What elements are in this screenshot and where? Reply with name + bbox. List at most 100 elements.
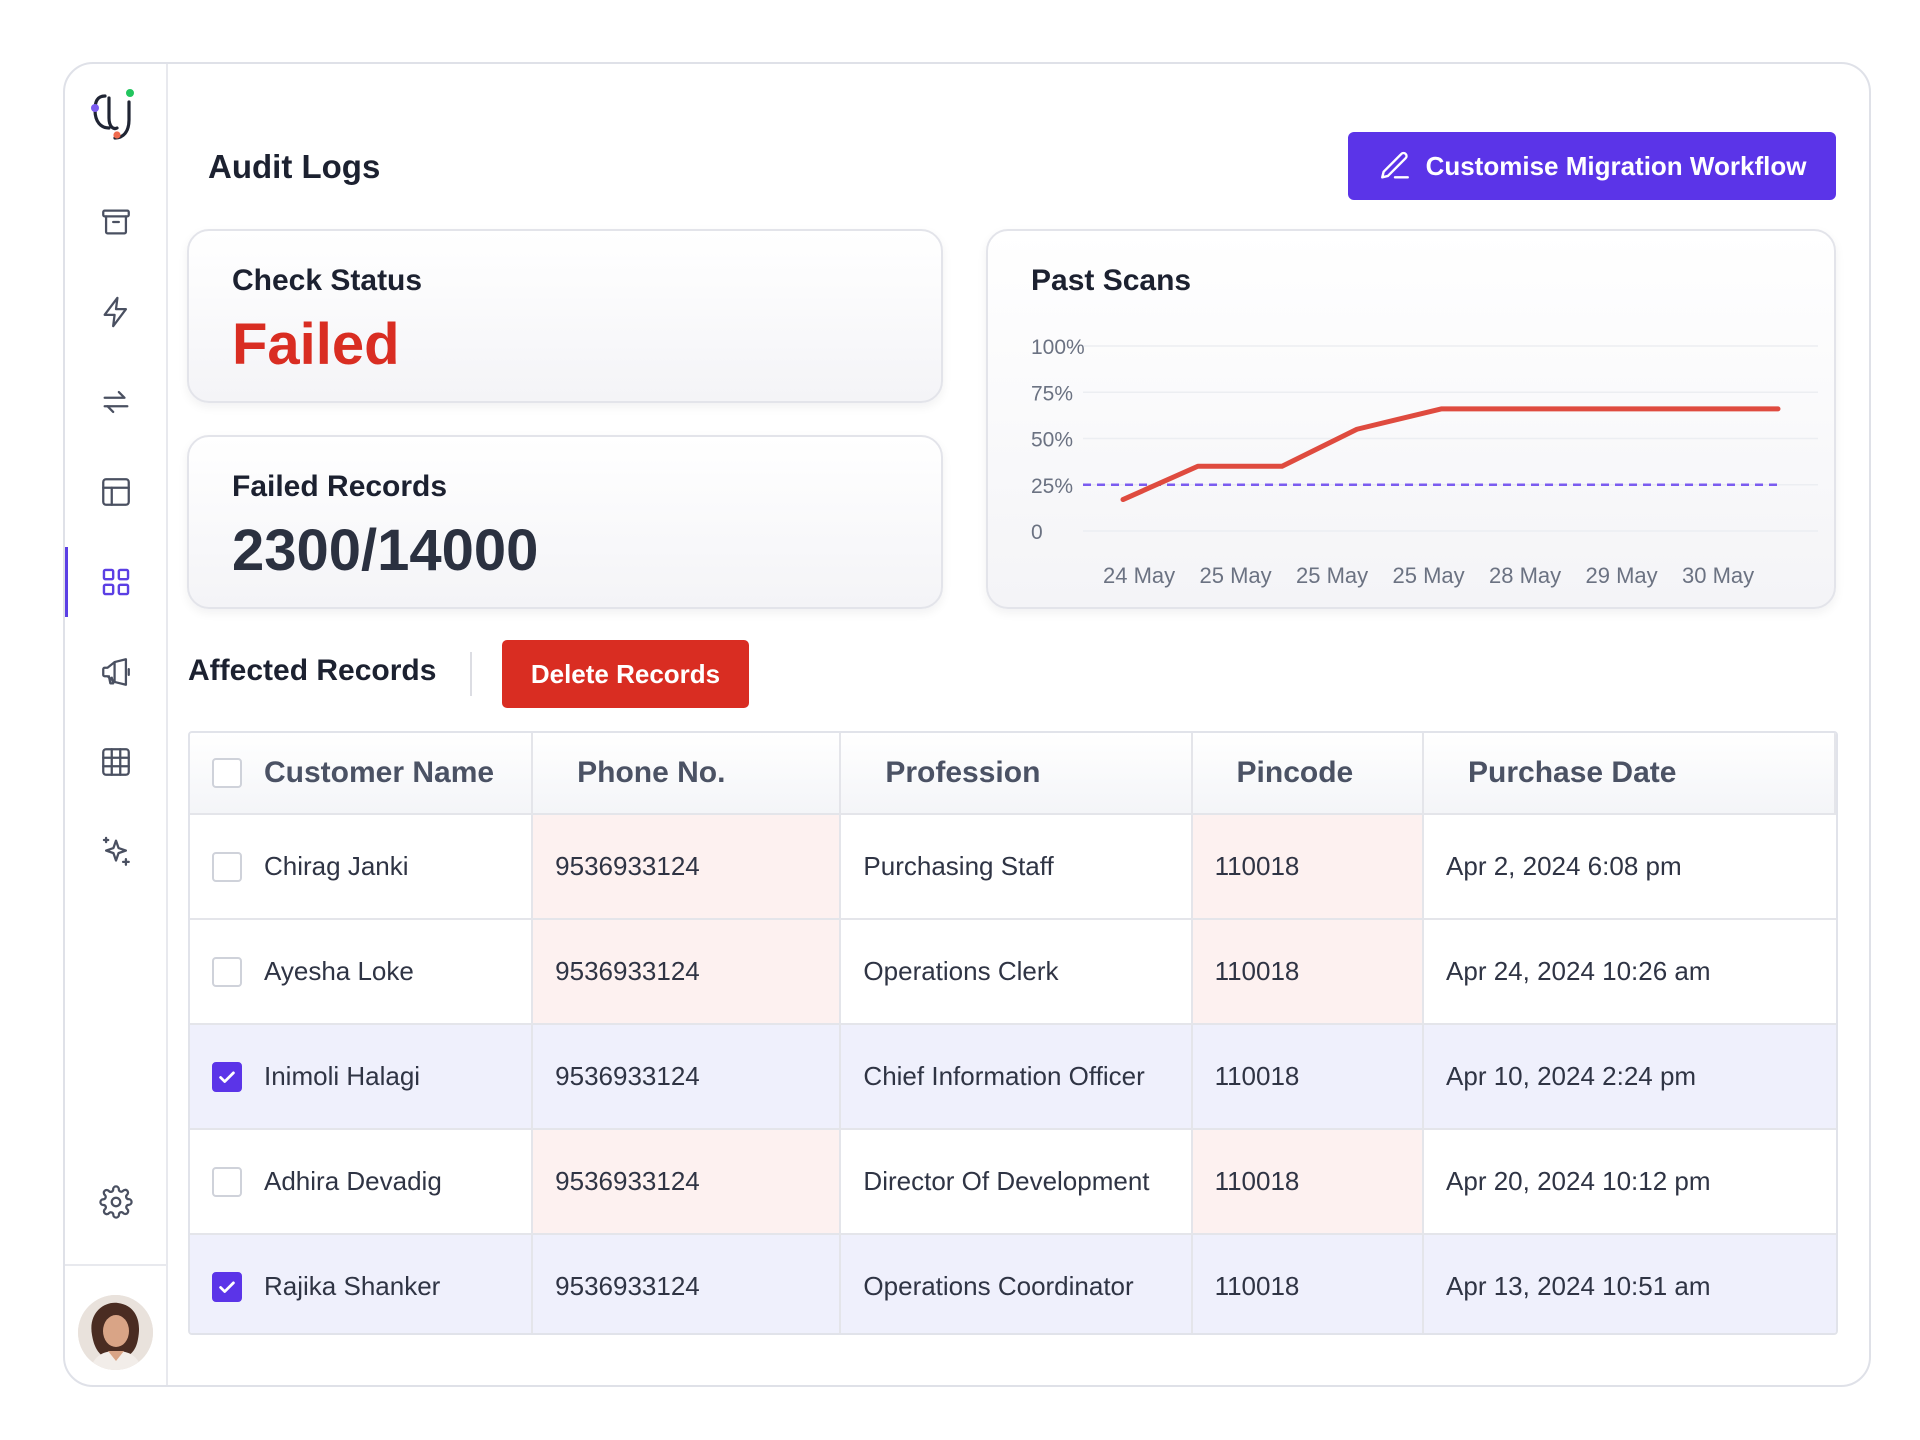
nav-archive[interactable] — [65, 189, 166, 255]
failed-records-card: Failed Records 2300/14000 — [187, 435, 943, 609]
y-tick-label: 25% — [1031, 475, 1073, 498]
customer-name-cell: Inimoli Halagi — [190, 1025, 534, 1128]
profession-cell-text: Chief Information Officer — [863, 1061, 1145, 1091]
nav-layout[interactable] — [65, 459, 166, 525]
phone-cell-text: 9536933124 — [555, 956, 700, 986]
delete-records-button[interactable]: Delete Records — [502, 640, 749, 708]
column-header-profession[interactable]: Profession — [841, 733, 1193, 813]
nav-transfers[interactable] — [65, 369, 166, 435]
x-tick-label: 30 May — [1682, 563, 1754, 588]
purchase-date-cell: Apr 20, 2024 10:12 pm — [1424, 1130, 1836, 1233]
column-header-customer-name[interactable]: Customer Name — [190, 733, 534, 813]
x-tick-label: 25 May — [1393, 563, 1465, 588]
customer-name-cell-text: Adhira Devadig — [264, 1166, 442, 1196]
y-tick-label: 75% — [1031, 382, 1073, 405]
profession-cell: Director Of Development — [841, 1130, 1193, 1233]
column-header-label: Pincode — [1236, 756, 1354, 789]
arrows-transfer-icon — [103, 390, 128, 414]
pincode-cell-text: 110018 — [1214, 956, 1300, 986]
table-row[interactable]: Ayesha Loke 9536933124 Operations Clerk 110… — [190, 918, 1836, 1023]
x-tick-label: 29 May — [1586, 563, 1658, 588]
row-checkbox[interactable] — [212, 1166, 242, 1197]
phone-cell-text: 9536933124 — [555, 1061, 700, 1091]
customise-workflow-button[interactable]: Customise Migration Workflow — [1348, 132, 1836, 200]
row-checkbox[interactable] — [212, 956, 242, 987]
customer-name-cell: Rajika Shanker — [190, 1235, 534, 1333]
pincode-cell: 110018 — [1192, 920, 1425, 1023]
row-checkbox[interactable] — [212, 1271, 242, 1302]
profession-cell-text: Purchasing Staff — [863, 851, 1054, 881]
row-checkbox[interactable] — [212, 1061, 242, 1092]
customer-name-cell-text: Chirag Janki — [264, 851, 409, 881]
nav-tables[interactable] — [65, 729, 166, 795]
y-tick-label: 50% — [1031, 429, 1073, 452]
page-title: Audit Logs — [208, 148, 381, 185]
past-scans-card: Past Scans 100% 75% 50% 25% 0 24 May 25 May 25 … — [986, 229, 1836, 609]
nav-announcements[interactable] — [65, 639, 166, 705]
sparkles-icon — [102, 836, 130, 866]
table-row[interactable]: Inimoli Halagi 9536933124 Chief Informatio… — [190, 1023, 1836, 1128]
pincode-cell: 110018 — [1192, 1025, 1425, 1128]
check-icon — [219, 1281, 235, 1293]
customer-name-cell: Ayesha Loke — [190, 920, 534, 1023]
pincode-cell-text: 110018 — [1214, 1271, 1300, 1301]
nav-dashboard[interactable] — [65, 547, 166, 617]
avatar[interactable] — [78, 1295, 153, 1370]
check-status-value: Failed — [232, 312, 400, 377]
x-tick-label: 28 May — [1489, 563, 1561, 588]
purchase-date-cell-text: Apr 2, 2024 6:08 pm — [1446, 851, 1682, 881]
profession-cell: Chief Information Officer — [841, 1025, 1193, 1128]
x-tick-label: 25 May — [1200, 563, 1272, 588]
gear-icon — [98, 1185, 133, 1219]
profession-cell-text: Director Of Development — [863, 1166, 1150, 1196]
phone-cell: 9536933124 — [533, 920, 842, 1023]
affected-records-title: Affected Records — [188, 654, 437, 687]
table-row[interactable]: Rajika Shanker 9536933124 Operations Coord… — [190, 1233, 1836, 1333]
row-checkbox[interactable] — [212, 851, 242, 882]
profession-cell-text: Operations Clerk — [863, 956, 1059, 986]
phone-cell-text: 9536933124 — [555, 851, 700, 881]
x-tick-label: 25 May — [1296, 563, 1368, 588]
phone-cell: 9536933124 — [533, 1025, 842, 1128]
pincode-cell: 110018 — [1192, 815, 1425, 918]
section-divider — [470, 652, 472, 696]
table-icon — [101, 748, 130, 776]
table-header-row: Customer Name Phone No. Profession Pinco… — [190, 733, 1836, 813]
select-all-checkbox[interactable] — [212, 758, 242, 788]
nav-ai[interactable] — [65, 819, 166, 885]
brand-logo[interactable] — [87, 84, 143, 142]
app-window: Audit Logs Customise Migration Workflow … — [63, 62, 1871, 1387]
table-row[interactable]: Chirag Janki 9536933124 Purchasing Staff 11… — [190, 813, 1836, 918]
phone-cell: 9536933124 — [533, 815, 842, 918]
pen-icon — [1380, 151, 1409, 179]
phone-cell: 9536933124 — [533, 1235, 842, 1333]
customise-workflow-label: Customise Migration Workflow — [1425, 150, 1807, 181]
nav-automations[interactable] — [65, 279, 166, 345]
purchase-date-cell: Apr 24, 2024 10:26 am — [1424, 920, 1836, 1023]
layout-icon — [101, 478, 130, 506]
purchase-date-cell: Apr 2, 2024 6:08 pm — [1424, 815, 1836, 918]
column-header-pincode[interactable]: Pincode — [1193, 733, 1425, 813]
column-header-label: Phone No. — [577, 756, 726, 789]
purchase-date-cell-text: Apr 24, 2024 10:26 am — [1446, 956, 1711, 986]
column-header-purchase-date[interactable]: Purchase Date — [1424, 733, 1836, 813]
profession-cell-text: Operations Coordinator — [863, 1271, 1134, 1301]
check-icon — [219, 1071, 235, 1083]
table-row[interactable]: Adhira Devadig 9536933124 Director Of Deve… — [190, 1128, 1836, 1233]
grid-icon — [102, 568, 129, 596]
column-header-label: Profession — [885, 756, 1041, 789]
pincode-cell-text: 110018 — [1214, 851, 1300, 881]
column-header-phone[interactable]: Phone No. — [533, 733, 842, 813]
phone-cell-text: 9536933124 — [555, 1271, 700, 1301]
sidebar-divider — [65, 1264, 166, 1266]
customer-name-cell-text: Ayesha Loke — [264, 956, 414, 986]
profession-cell: Purchasing Staff — [841, 815, 1193, 918]
customer-name-cell-text: Inimoli Halagi — [264, 1061, 421, 1091]
purchase-date-cell-text: Apr 20, 2024 10:12 pm — [1446, 1166, 1711, 1196]
check-status-label: Check Status — [232, 264, 423, 297]
pincode-cell: 110018 — [1192, 1130, 1425, 1233]
nav-settings[interactable] — [65, 1169, 166, 1235]
phone-cell-text: 9536933124 — [555, 1166, 700, 1196]
customer-name-cell-text: Rajika Shanker — [264, 1271, 441, 1301]
archive-icon — [101, 209, 130, 235]
